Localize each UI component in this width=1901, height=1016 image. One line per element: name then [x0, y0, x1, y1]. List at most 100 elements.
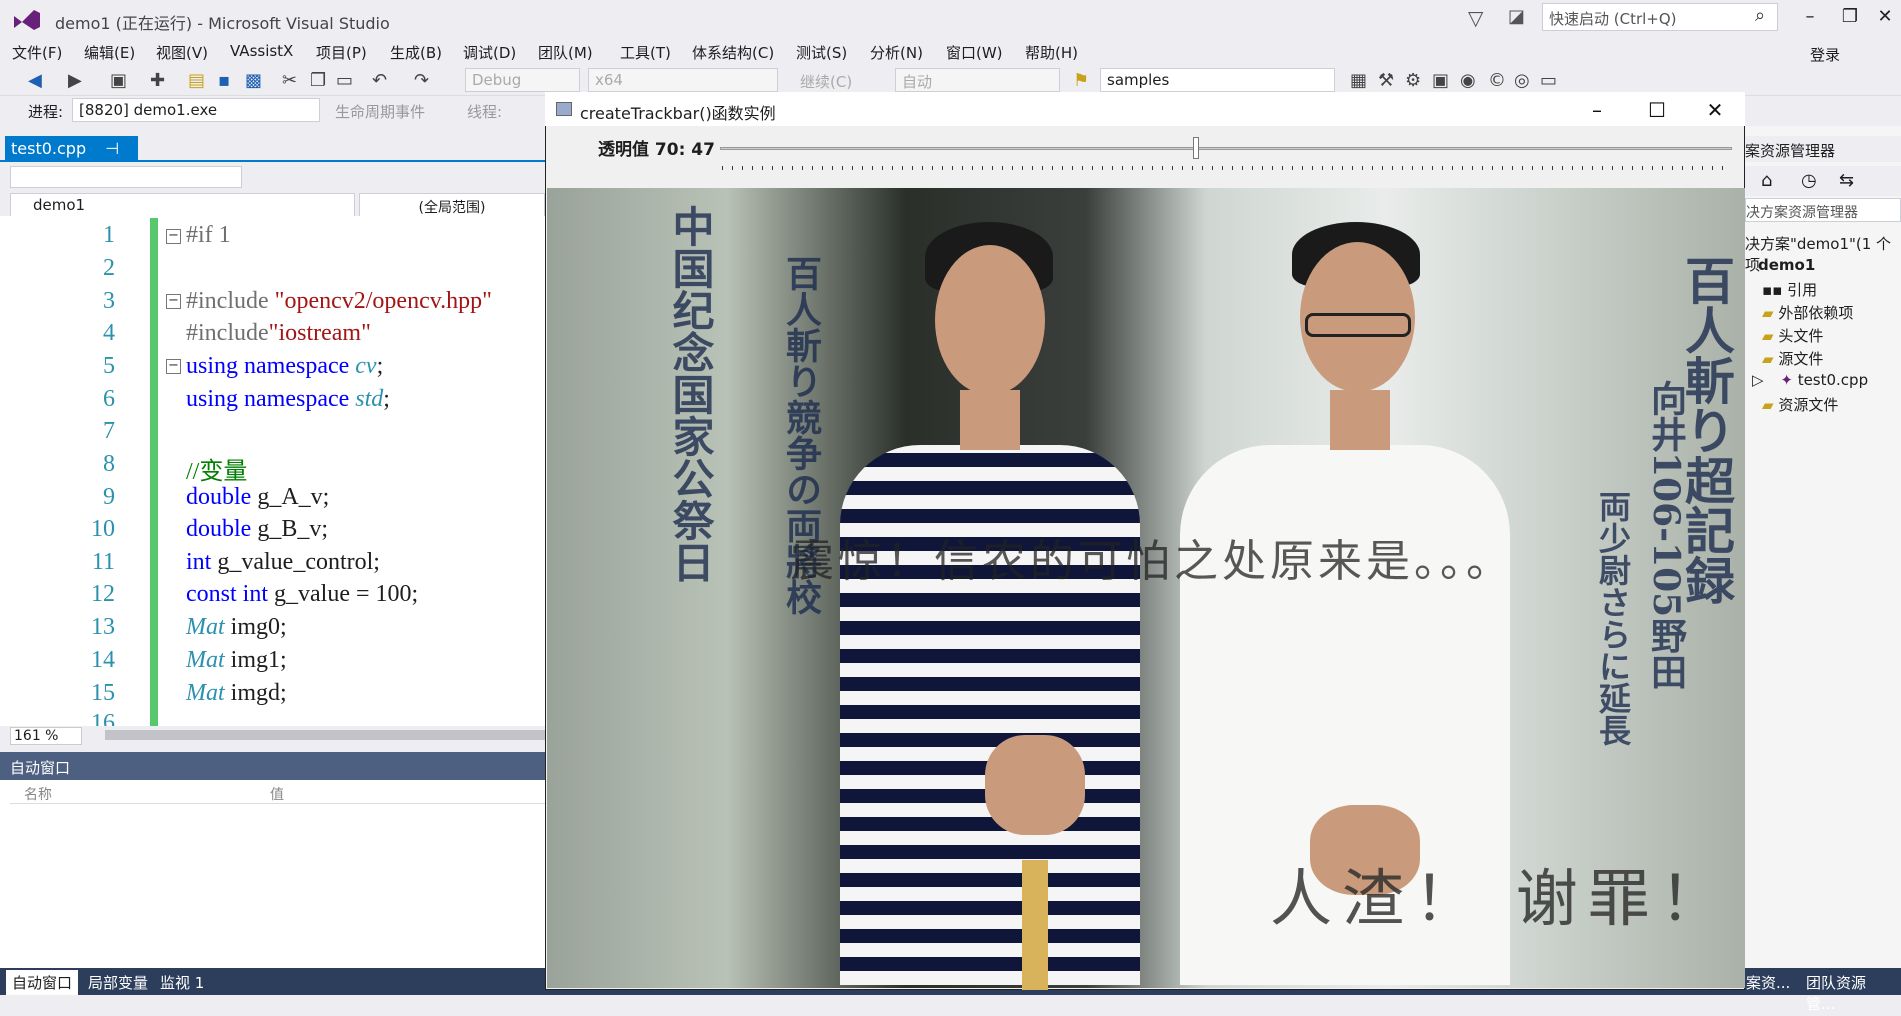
filter-icon[interactable]: ▽ — [1468, 6, 1483, 30]
pin-icon[interactable]: ⊣ — [105, 139, 119, 158]
navigation-combo-top[interactable] — [10, 166, 242, 188]
undo-icon[interactable]: ↶ — [372, 70, 387, 91]
column-value[interactable]: 值 — [270, 784, 284, 804]
code-token: "iostream" — [268, 320, 371, 346]
tab-locals[interactable]: 局部变量 — [82, 970, 154, 995]
line-number: 12 — [91, 581, 115, 607]
tree-item-resources[interactable]: ▰ 资源文件 — [1762, 394, 1838, 415]
menu-window[interactable]: 窗口(W) — [946, 42, 1003, 63]
cv-minimize-button[interactable]: – — [1572, 98, 1622, 122]
tab-watch-1[interactable]: 监视 1 — [154, 970, 210, 995]
add-item-icon[interactable]: ✚ — [150, 70, 165, 91]
column-name[interactable]: 名称 — [24, 784, 52, 804]
cut-icon[interactable]: ✂ — [282, 70, 297, 91]
tree-item-external-deps[interactable]: ▰ 外部依赖项 — [1762, 302, 1853, 323]
menu-architecture[interactable]: 体系结构(C) — [692, 42, 774, 63]
history-icon[interactable]: ◷ — [1801, 170, 1817, 191]
close-button[interactable]: ✕ — [1865, 6, 1901, 27]
menu-test[interactable]: 测试(S) — [796, 42, 847, 63]
open-file-icon[interactable]: ▤ — [188, 70, 205, 91]
code-token: g_value = 100; — [268, 581, 419, 607]
menu-project[interactable]: 项目(P) — [316, 42, 367, 63]
continue-button[interactable]: 继续(C) — [800, 71, 852, 92]
collapse-icon[interactable]: − — [166, 359, 181, 374]
tab-auto-window[interactable]: 自动窗口 — [6, 970, 79, 995]
tab-solution-explorer[interactable]: 案资... — [1740, 970, 1796, 995]
person-left-hands — [985, 735, 1085, 835]
back-icon[interactable]: ◀ — [28, 70, 42, 91]
search-icon[interactable]: ⌕ — [1755, 5, 1765, 26]
home-icon[interactable]: ⌂ — [1761, 170, 1772, 191]
restore-button[interactable]: ❐ — [1830, 6, 1870, 27]
cv-maximize-button[interactable]: ☐ — [1632, 98, 1682, 122]
notification-icon[interactable]: ◪ — [1508, 6, 1525, 27]
new-project-icon[interactable]: ▣ — [110, 70, 127, 91]
tree-label: test0.cpp — [1797, 371, 1869, 389]
project-combo[interactable]: demo1 — [10, 193, 355, 217]
toolbar-icon-5[interactable]: ◉ — [1460, 70, 1476, 91]
sync-icon[interactable]: ⇆ — [1839, 170, 1854, 191]
toolbar-icon-7[interactable]: ◎ — [1514, 70, 1530, 91]
login-link[interactable]: 登录 — [1810, 44, 1840, 65]
trackbar-thumb[interactable] — [1192, 137, 1199, 159]
code-line-8: //变量 — [186, 459, 248, 485]
toolbar-icon-8[interactable]: ▭ — [1540, 70, 1557, 91]
auto-window-title: 自动窗口 — [0, 752, 545, 780]
tree-item-test0-cpp[interactable]: ▷ ✦ test0.cpp — [1752, 371, 1868, 389]
menu-build[interactable]: 生成(B) — [390, 42, 442, 63]
menu-debug[interactable]: 调试(D) — [463, 42, 516, 63]
cv-close-button[interactable]: ✕ — [1690, 98, 1740, 122]
trackbar-track[interactable] — [720, 147, 1732, 150]
zoom-combo[interactable]: 161 % — [10, 727, 82, 745]
auto-combo[interactable]: 自动 — [895, 68, 1060, 92]
solution-search-input[interactable]: 决方案资源管理器 — [1745, 198, 1901, 222]
save-all-icon[interactable]: ▩ — [245, 70, 262, 91]
horizontal-scrollbar[interactable] — [105, 730, 545, 740]
tab-test0-cpp[interactable]: test0.cpp ⊣ ✕ — [5, 136, 138, 177]
menu-vassistx[interactable]: VAssistX — [230, 42, 293, 60]
project-node[interactable]: demo1 — [1758, 256, 1815, 274]
overlay-caption: 震惊！信农的可怕之处原来是。。。 — [790, 536, 1514, 587]
solution-explorer-toolbar: ⌂ ◷ ⇆ — [1745, 166, 1901, 196]
references-icon: ▪▪ — [1762, 281, 1783, 299]
expand-icon[interactable]: ▷ — [1752, 371, 1764, 389]
collapse-icon[interactable]: − — [166, 294, 181, 309]
menu-analyze[interactable]: 分析(N) — [870, 42, 923, 63]
wrench-icon[interactable]: ⚒ — [1378, 70, 1394, 91]
tree-label: 资源文件 — [1778, 396, 1839, 414]
tab-team-explorer[interactable]: 团队资源管... — [1800, 970, 1901, 1016]
menu-help[interactable]: 帮助(H) — [1025, 42, 1078, 63]
paste-icon[interactable]: ▭ — [336, 70, 353, 91]
scope-combo[interactable]: (全局范围) — [359, 193, 545, 217]
menu-team[interactable]: 团队(M) — [538, 42, 593, 63]
menu-file[interactable]: 文件(F) — [12, 42, 62, 63]
tree-item-references[interactable]: ▪▪ 引用 — [1762, 279, 1817, 300]
platform-combo[interactable]: x64 — [588, 68, 778, 92]
copy-icon[interactable]: ❐ — [310, 70, 326, 91]
code-token: g_value_control; — [211, 549, 380, 575]
lifecycle-events-button[interactable]: 生命周期事件 — [335, 101, 425, 122]
find-icon[interactable]: ⚑ — [1073, 70, 1089, 91]
solution-combo[interactable]: samples — [1100, 68, 1335, 92]
code-token: Mat — [186, 614, 225, 640]
line-number: 6 — [103, 386, 115, 412]
config-combo[interactable]: Debug — [465, 68, 580, 92]
bottom-caption: 人渣！ 谢罪！ — [1270, 862, 1732, 935]
collapse-icon[interactable]: − — [166, 229, 181, 244]
menu-edit[interactable]: 编辑(E) — [84, 42, 135, 63]
tree-item-sources[interactable]: ▰ 源文件 — [1762, 348, 1823, 369]
forward-icon[interactable]: ▶ — [68, 70, 82, 91]
toolbar-icon-4[interactable]: ▣ — [1432, 70, 1449, 91]
quick-launch-input[interactable]: 快速启动 (Ctrl+Q) — [1542, 3, 1778, 31]
redo-icon[interactable]: ↷ — [414, 70, 429, 91]
menu-tools[interactable]: 工具(T) — [620, 42, 671, 63]
toolbar-icon-3[interactable]: ⚙ — [1405, 70, 1421, 91]
toolbar-icon-1[interactable]: ▦ — [1350, 70, 1367, 91]
process-combo[interactable]: [8820] demo1.exe — [72, 98, 320, 122]
minimize-button[interactable]: – — [1790, 6, 1830, 27]
line-number: 7 — [103, 418, 115, 444]
menu-view[interactable]: 视图(V) — [156, 42, 208, 63]
toolbar-icon-6[interactable]: © — [1488, 70, 1506, 91]
tree-item-headers[interactable]: ▰ 头文件 — [1762, 325, 1823, 346]
save-icon[interactable]: ▪ — [218, 70, 230, 91]
